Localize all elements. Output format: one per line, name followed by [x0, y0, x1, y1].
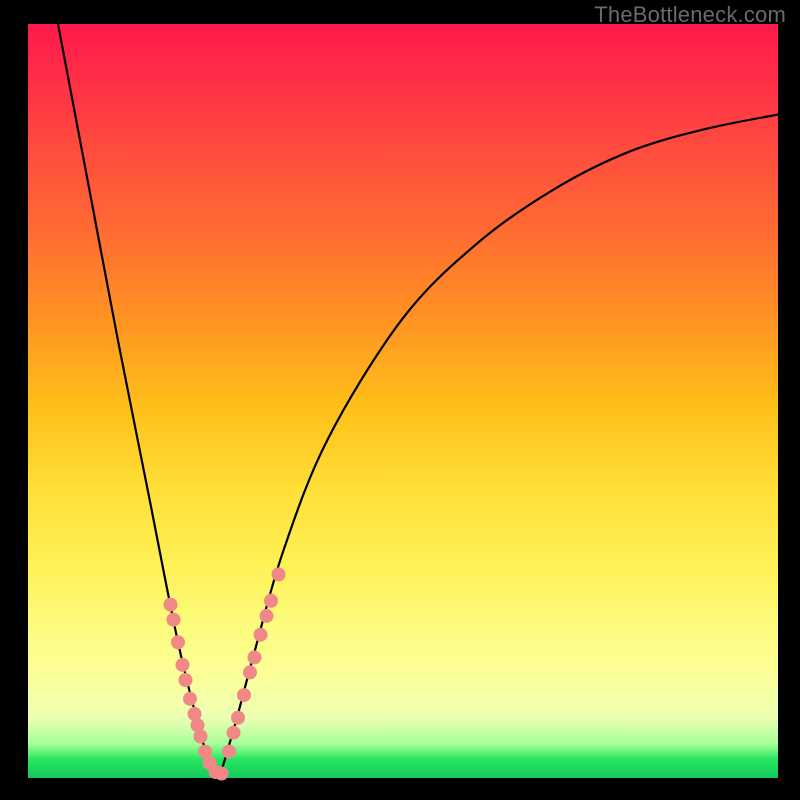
bottleneck-curve [58, 24, 778, 778]
marker-dot [237, 688, 251, 702]
marker-dot [167, 613, 181, 627]
marker-dot [164, 598, 178, 612]
marker-dot [272, 567, 286, 581]
marker-dot [222, 745, 236, 759]
marker-dot [248, 650, 262, 664]
marker-dot [254, 628, 268, 642]
marker-dot [194, 730, 208, 744]
marker-dot [171, 635, 185, 649]
marker-dot [179, 673, 193, 687]
plot-area [28, 24, 778, 778]
chart-frame: TheBottleneck.com [0, 0, 800, 800]
marker-dot [183, 692, 197, 706]
marker-dot [176, 658, 190, 672]
watermark-text: TheBottleneck.com [594, 2, 786, 28]
marker-dot [243, 665, 257, 679]
marker-dot [215, 767, 229, 781]
marker-cluster [164, 567, 286, 780]
marker-dot [227, 726, 241, 740]
marker-dot [264, 594, 278, 608]
marker-dot [231, 711, 245, 725]
curve-layer [28, 24, 778, 778]
marker-dot [260, 609, 274, 623]
